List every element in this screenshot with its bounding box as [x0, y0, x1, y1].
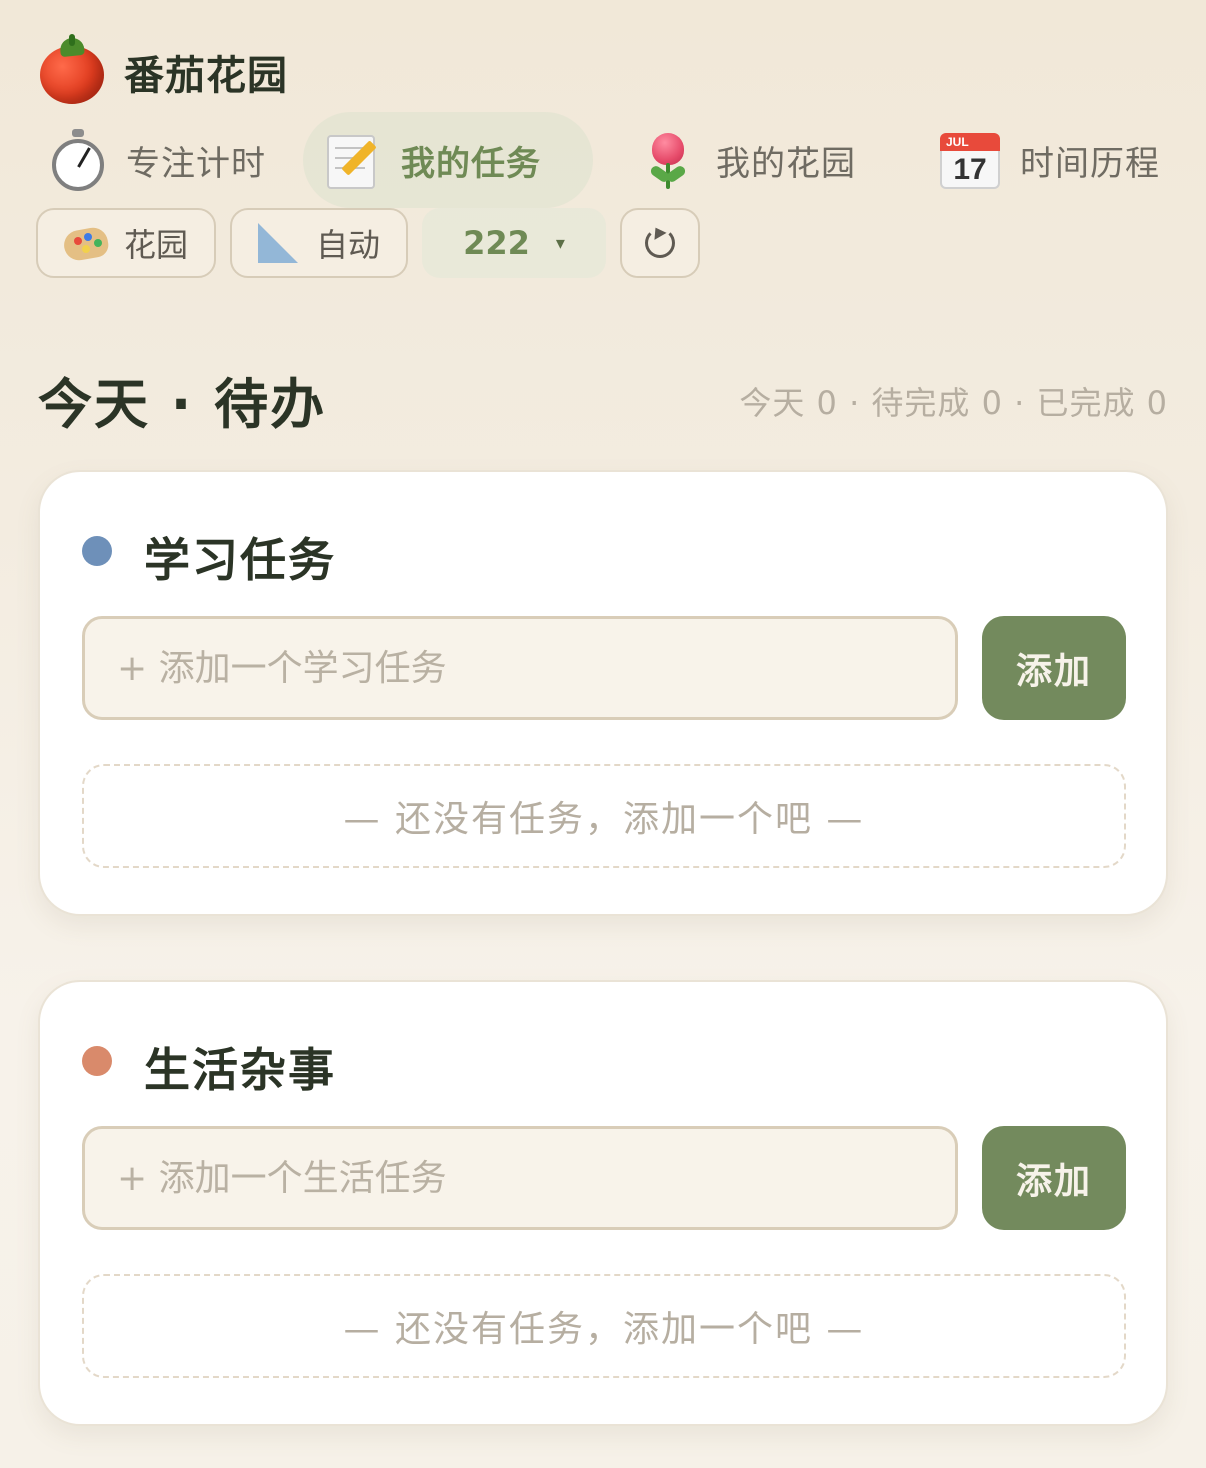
garden-button[interactable]: 花园: [36, 208, 216, 278]
triangle-ruler-icon: [257, 223, 302, 263]
paint-dot: [83, 233, 92, 241]
task-summary: 今天 0 · 待完成 0 · 已完成 0: [739, 384, 1168, 422]
auto-button-label: 自动: [315, 226, 380, 264]
category-dot: [82, 536, 112, 566]
calendar-day: 17: [953, 153, 987, 186]
task-card-life: 生活杂事 添加 — 还没有任务，添加一个吧 —: [38, 980, 1168, 1426]
selector-value: 222: [463, 224, 530, 262]
stopwatch-knob: [72, 129, 84, 137]
stopwatch-icon: [50, 129, 106, 191]
add-button[interactable]: 添加: [982, 1126, 1126, 1230]
tulip-icon: [640, 129, 696, 191]
calendar-month: JUL: [946, 135, 969, 149]
triangle-shape: [257, 223, 298, 263]
paint-dot: [81, 245, 90, 253]
task-input-life[interactable]: [82, 1126, 958, 1230]
app-header: 番茄花园: [38, 34, 288, 108]
chevron-down-icon: ▾: [555, 232, 565, 254]
card-title: 生活杂事: [144, 1043, 336, 1097]
app-title: 番茄花园: [124, 53, 288, 99]
auto-button[interactable]: 自动: [230, 208, 408, 278]
task-input-study[interactable]: [82, 616, 958, 720]
empty-state: — 还没有任务，添加一个吧 —: [82, 1274, 1126, 1378]
paint-dot: [93, 239, 102, 247]
reset-icon: [645, 228, 675, 258]
card-title: 学习任务: [144, 533, 336, 587]
category-dot: [82, 1046, 112, 1076]
palette-icon: [61, 223, 111, 263]
controls-row: 花园 自动 222 ▾: [36, 208, 736, 280]
nav-item-label: 专注计时: [126, 143, 266, 184]
page-title: 今天 · 待办: [38, 373, 327, 436]
nav-item-timeline[interactable]: JUL 17 时间历程: [918, 112, 1188, 208]
nav-item-label: 我的花园: [716, 143, 856, 184]
nav-item-label: 时间历程: [1020, 143, 1160, 184]
paint-dot: [73, 237, 82, 245]
tomato-stem: [69, 34, 75, 46]
add-button[interactable]: 添加: [982, 616, 1126, 720]
reset-button[interactable]: [620, 208, 700, 278]
nav-item-label: 我的任务: [401, 143, 541, 184]
calendar-icon: JUL 17: [940, 129, 1000, 191]
empty-state: — 还没有任务，添加一个吧 —: [82, 764, 1126, 868]
nav-item-focus-timer[interactable]: 专注计时: [28, 112, 288, 208]
garden-button-label: 花园: [123, 226, 188, 264]
tomato-icon: [38, 34, 106, 106]
memo-pencil-icon: [325, 129, 381, 191]
nav-item-my-tasks[interactable]: 我的任务: [303, 112, 593, 208]
task-card-study: 学习任务 添加 — 还没有任务，添加一个吧 —: [38, 470, 1168, 916]
nav-item-my-garden[interactable]: 我的花园: [618, 112, 888, 208]
tulip-petal: [652, 133, 684, 165]
value-selector[interactable]: 222 ▾: [422, 208, 606, 278]
palette-board: [61, 225, 111, 263]
main-nav: 专注计时 我的任务 我的花园 JUL 17 时间历程: [28, 112, 1178, 208]
